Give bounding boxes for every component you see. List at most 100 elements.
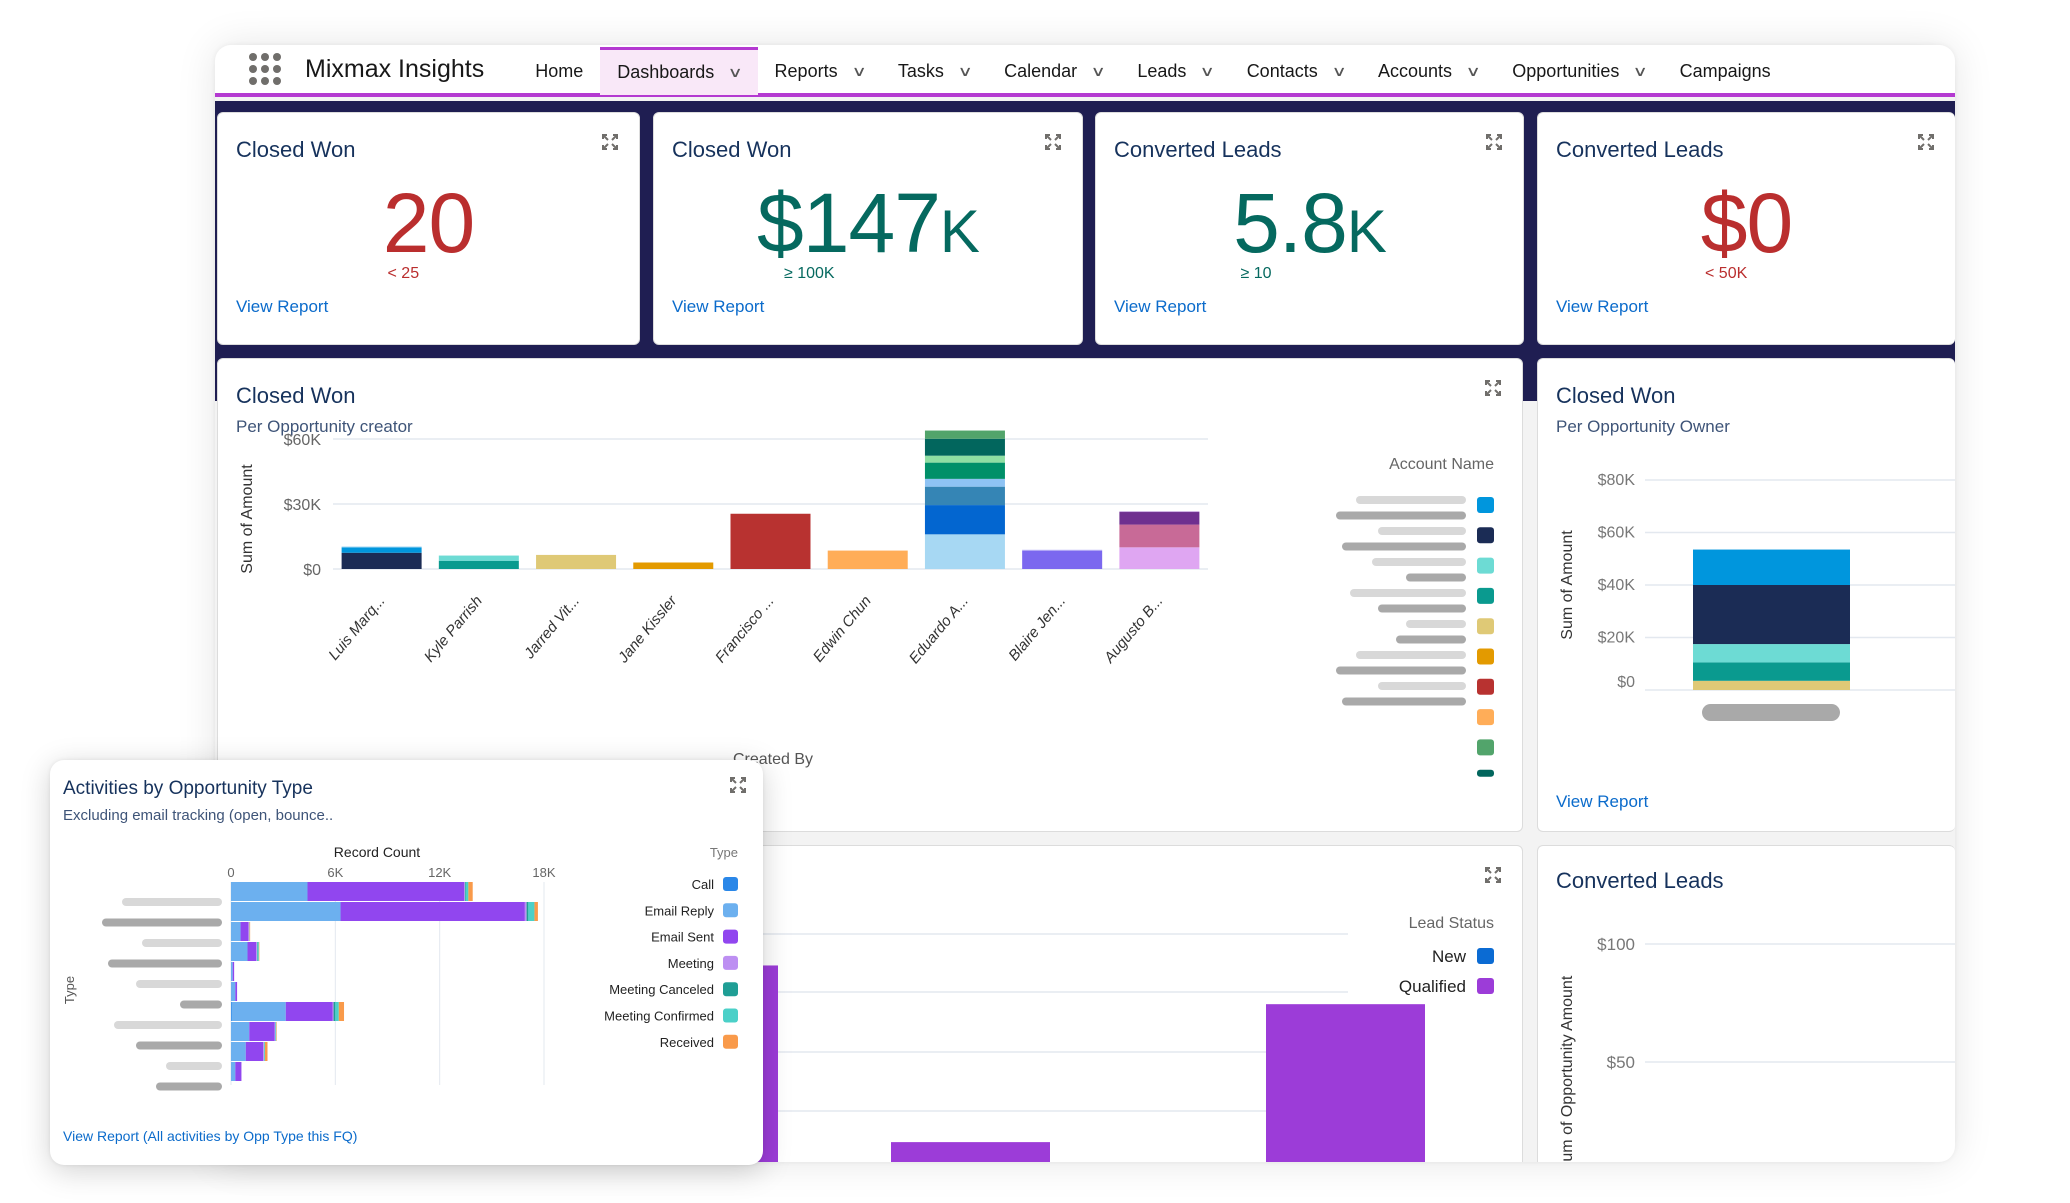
bar-segment <box>263 1042 265 1061</box>
expand-icon[interactable] <box>1917 133 1935 151</box>
view-report-link[interactable]: View Report <box>672 297 764 317</box>
legend-swatch <box>1477 769 1494 777</box>
nav-tab-contacts[interactable]: Contacts ∨ <box>1230 47 1361 95</box>
chevron-down-icon[interactable]: ∨ <box>1091 63 1106 80</box>
card-title: Closed Won <box>236 137 356 162</box>
bar-segment <box>341 552 422 569</box>
top-navigation: Mixmax Insights Home Dashboards ∨ Reports ∨ T… <box>215 45 1955 97</box>
bar-segment <box>464 882 466 901</box>
kpi-target: < 25 <box>387 265 420 282</box>
bar-segment <box>924 534 1005 569</box>
nav-tab-leads[interactable]: Leads ∨ <box>1120 47 1229 95</box>
view-report-link[interactable]: View Report (All activities by Opp Type … <box>63 1128 357 1144</box>
view-report-link[interactable]: View Report <box>236 297 328 317</box>
expand-icon[interactable] <box>601 133 619 151</box>
nav-tab-campaigns[interactable]: Campaigns <box>1663 47 1788 95</box>
nav-tab-label: Contacts <box>1246 60 1318 81</box>
bar-segment <box>235 982 238 1001</box>
legend-swatch <box>723 955 738 970</box>
bar-segment <box>468 882 473 901</box>
chevron-down-icon[interactable]: ∨ <box>851 63 866 80</box>
bar-segment <box>231 922 241 941</box>
bar-segment <box>235 1062 242 1081</box>
legend-label: Meeting Confirmed <box>604 1009 714 1024</box>
legend-label-redacted <box>1372 558 1466 566</box>
bar-segment <box>249 922 251 941</box>
y-axis-label: Type <box>62 976 77 1004</box>
chevron-down-icon[interactable]: ∨ <box>957 63 972 80</box>
bar-segment <box>1022 549 1103 551</box>
nav-tab-opportunities[interactable]: Opportunities ∨ <box>1495 47 1662 95</box>
bar-segment <box>335 1002 339 1021</box>
legend-swatch <box>1477 557 1494 574</box>
converted-leads-chart: $50 $100 Sum of Opportunity Amount <box>1559 935 1955 1162</box>
nav-tab-label: Opportunities <box>1512 60 1620 81</box>
legend-swatch <box>1477 678 1494 695</box>
x-tick-label: Edwin Chun <box>810 593 875 666</box>
card-title: Converted Leads <box>1556 137 1724 162</box>
legend-swatch <box>1477 648 1494 665</box>
bar-segment <box>231 1002 286 1021</box>
bar-segment <box>264 1042 265 1061</box>
view-report-link[interactable]: View Report <box>1556 792 1648 812</box>
nav-tab-dashboards[interactable]: Dashboards ∨ <box>600 47 758 95</box>
bar-segment <box>257 942 259 961</box>
x-tick-label: Jane Kissler <box>614 592 681 667</box>
legend-title: Type <box>710 845 738 860</box>
kpi-card: Closed Won $147K ≥ 100K View Report <box>653 112 1083 345</box>
legend-swatch <box>1477 587 1494 604</box>
bar-segment <box>338 1002 345 1021</box>
legend-label: Email Sent <box>651 930 714 945</box>
app-launcher-icon[interactable] <box>247 51 283 87</box>
chevron-down-icon[interactable]: ∨ <box>1331 63 1346 80</box>
legend-swatch <box>723 929 738 944</box>
activities-chart: Record Count 0 6K 12K 18K Type Type Call Email R… <box>62 844 738 1091</box>
nav-tab-accounts[interactable]: Accounts ∨ <box>1361 47 1495 95</box>
legend-swatch <box>1477 978 1494 994</box>
y-tick-label-redacted <box>166 1062 222 1070</box>
bar-segment <box>438 560 519 569</box>
legend-label-redacted <box>1356 651 1466 659</box>
bar-segment <box>924 486 1005 506</box>
view-report-link[interactable]: View Report <box>1556 297 1648 317</box>
expand-icon[interactable] <box>1485 133 1503 151</box>
bar-segment <box>333 1002 336 1021</box>
chevron-down-icon[interactable]: ∨ <box>1465 63 1480 80</box>
app-name: Mixmax Insights <box>305 54 485 83</box>
nav-tab-tasks[interactable]: Tasks ∨ <box>881 47 987 95</box>
legend-label-redacted <box>1396 635 1466 644</box>
kpi-unit: K <box>939 198 980 265</box>
x-tick-label: Blaire Jen... <box>1005 593 1069 665</box>
expand-icon[interactable] <box>1044 133 1062 151</box>
nav-tab-reports[interactable]: Reports ∨ <box>758 47 881 95</box>
bar-segment <box>231 1022 250 1041</box>
nav-tab-calendar[interactable]: Calendar ∨ <box>987 47 1120 95</box>
kpi-value: 20 <box>218 175 639 272</box>
bar-segment <box>1693 644 1850 663</box>
activities-by-opportunity-type-card: Activities by Opportunity Type Excluding… <box>50 760 763 1165</box>
kpi-card: Closed Won 20 < 25 View Report <box>217 112 640 345</box>
bar-segment <box>285 1002 333 1021</box>
kpi-target: ≥ 10 <box>1240 265 1272 282</box>
kpi-number: 20 <box>382 176 475 270</box>
nav-tab-label: Accounts <box>1377 60 1453 81</box>
bar-segment <box>247 942 257 961</box>
legend-swatch <box>723 982 738 997</box>
bar-segment <box>275 1022 277 1041</box>
nav-tab-home[interactable]: Home <box>518 47 600 95</box>
view-report-link[interactable]: View Report <box>1114 297 1206 317</box>
bar <box>1266 1004 1425 1162</box>
nav-tab-label: Dashboards <box>617 62 715 82</box>
legend-swatch <box>1477 739 1494 756</box>
bar-segment <box>332 1002 334 1021</box>
bar-segment <box>924 430 1005 439</box>
chevron-down-icon[interactable]: ∨ <box>1633 63 1648 80</box>
bar-segment <box>232 962 235 981</box>
chevron-down-icon[interactable]: ∨ <box>1200 63 1215 80</box>
bar-segment <box>1119 547 1200 569</box>
bar-segment <box>1119 512 1200 525</box>
chevron-down-icon[interactable]: ∨ <box>728 64 743 81</box>
legend-label-redacted <box>1406 620 1466 628</box>
legend-label: Meeting <box>668 956 714 971</box>
x-tick-label: Francisco ... <box>712 593 778 667</box>
